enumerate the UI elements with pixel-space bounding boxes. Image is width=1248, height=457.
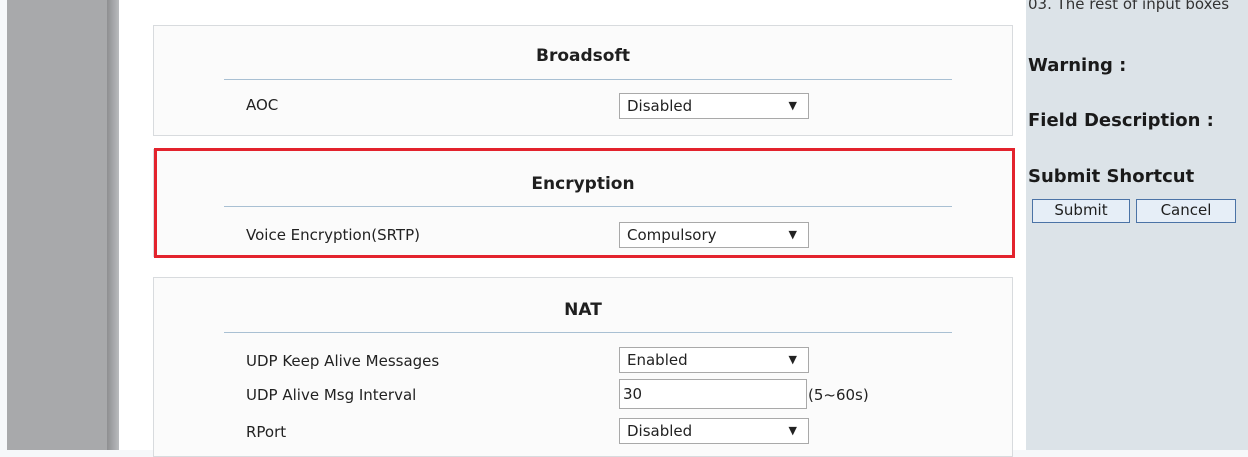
broadsoft-section: Broadsoft AOC Disabled ▼ — [153, 25, 1013, 136]
sidebar-shadow — [107, 0, 119, 450]
rport-value: Disabled — [627, 422, 693, 440]
highlight-outline — [154, 148, 1015, 258]
chevron-down-icon: ▼ — [788, 424, 797, 437]
cancel-button[interactable]: Cancel — [1136, 199, 1236, 223]
rport-label: RPort — [246, 423, 287, 441]
udp-keep-alive-value: Enabled — [627, 351, 688, 369]
aoc-label: AOC — [246, 96, 279, 114]
rport-select[interactable]: Disabled ▼ — [619, 418, 809, 444]
warning-heading: Warning : — [1028, 55, 1127, 76]
submit-button[interactable]: Submit — [1032, 199, 1130, 223]
field-description-heading: Field Description : — [1028, 110, 1214, 131]
left-sidebar-strip — [7, 0, 115, 450]
aoc-select-value: Disabled — [627, 97, 693, 115]
udp-keep-alive-select[interactable]: Enabled ▼ — [619, 347, 809, 373]
submit-shortcut-heading: Submit Shortcut — [1028, 166, 1195, 187]
help-text-truncated: 03. The rest of input boxes — [1028, 0, 1230, 13]
section-divider — [224, 332, 952, 333]
page-margin — [0, 0, 7, 450]
udp-interval-input[interactable]: 30 — [619, 379, 807, 409]
aoc-select[interactable]: Disabled ▼ — [619, 93, 809, 119]
chevron-down-icon: ▼ — [788, 353, 797, 366]
udp-interval-label: UDP Alive Msg Interval — [246, 386, 417, 404]
nat-section: NAT UDP Keep Alive Messages Enabled ▼ UD… — [153, 277, 1013, 457]
section-divider — [224, 79, 952, 80]
nat-title: NAT — [564, 300, 602, 320]
udp-interval-hint: (5~60s) — [808, 386, 869, 404]
udp-keep-alive-label: UDP Keep Alive Messages — [246, 352, 440, 370]
chevron-down-icon: ▼ — [788, 99, 797, 112]
broadsoft-title: Broadsoft — [536, 46, 630, 66]
